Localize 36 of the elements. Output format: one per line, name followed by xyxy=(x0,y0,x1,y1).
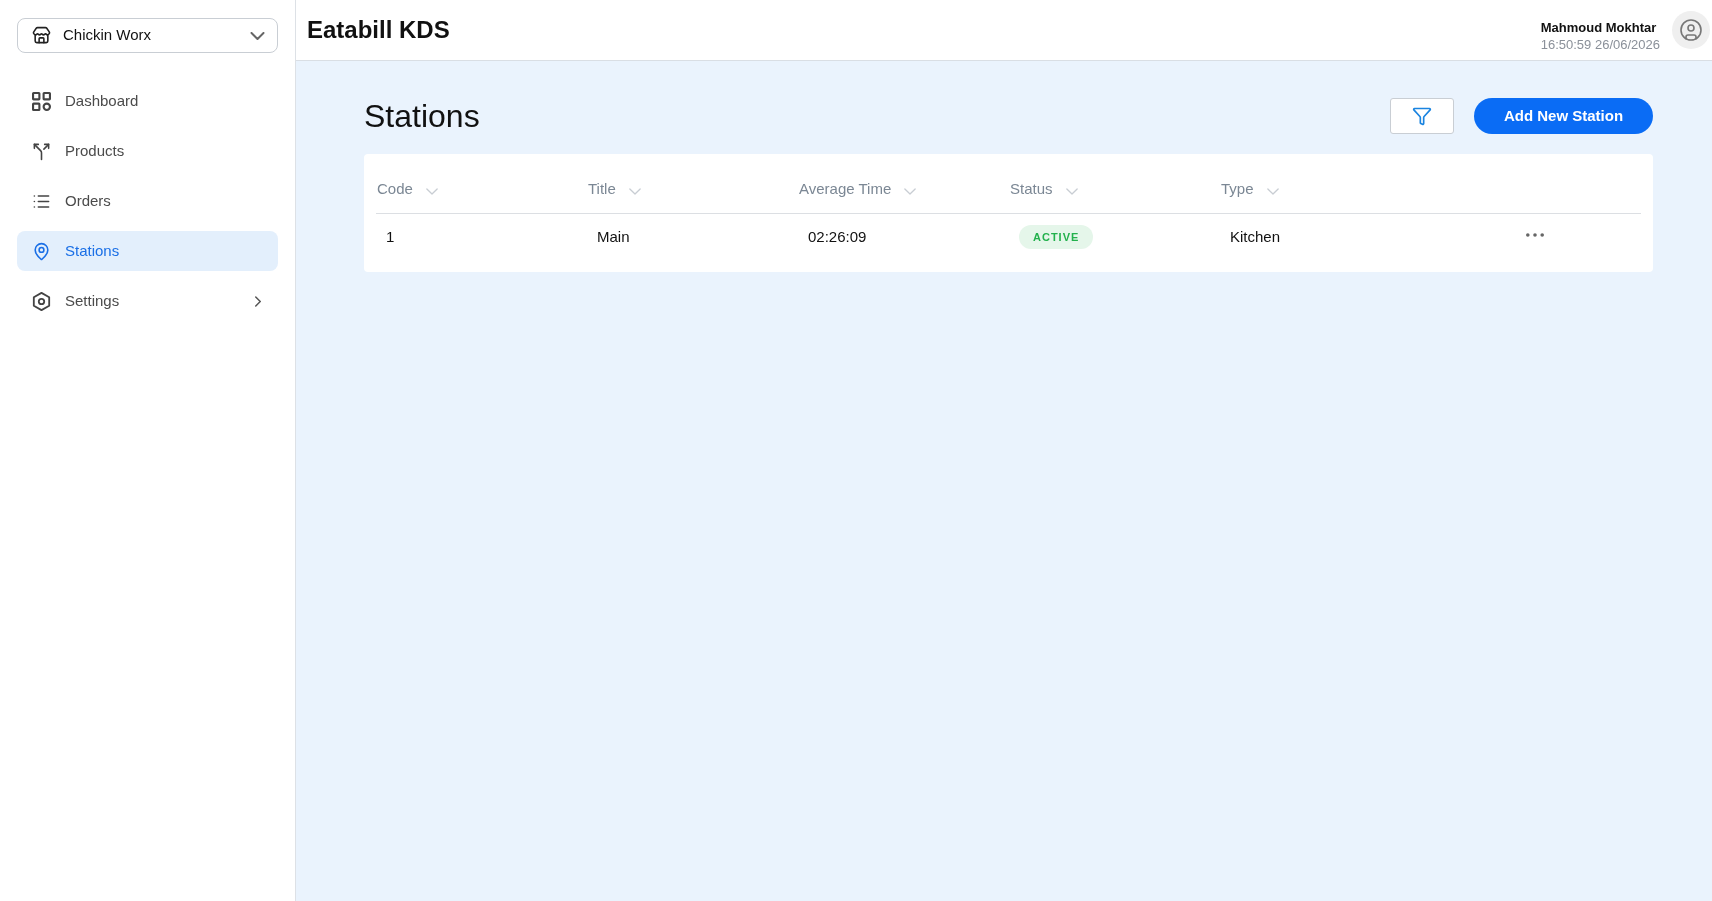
filter-icon xyxy=(1412,106,1432,126)
grid-icon xyxy=(32,91,51,111)
page-title: Stations xyxy=(364,97,480,136)
chevron-down-icon xyxy=(250,31,265,40)
store-selector[interactable]: Chickin Worx xyxy=(17,18,278,53)
app-title: Eatabill KDS xyxy=(307,15,450,45)
add-station-button[interactable]: Add New Station xyxy=(1474,98,1653,134)
sort-chevron-icon xyxy=(1065,187,1078,195)
table-cell-text: 1 xyxy=(386,226,395,247)
more-options-icon[interactable] xyxy=(1526,233,1544,237)
sidebar-item[interactable]: Orders xyxy=(17,181,278,221)
table-cell-text: 02:26:09 xyxy=(808,226,867,247)
user-name: Mahmoud Mokhtar xyxy=(1540,19,1658,36)
sidebar-item[interactable]: Products xyxy=(17,131,278,171)
sort-chevron-icon xyxy=(628,187,641,195)
user-avatar-icon[interactable] xyxy=(1672,11,1710,49)
store-icon xyxy=(32,26,51,45)
settings-icon xyxy=(32,291,51,311)
sidebar-item[interactable]: Stations xyxy=(17,231,278,271)
column-header[interactable]: Type xyxy=(1220,178,1279,201)
column-header[interactable]: Title xyxy=(587,178,641,201)
column-header[interactable]: Status xyxy=(1009,178,1078,201)
sidebar-item[interactable]: Dashboard xyxy=(17,81,278,121)
sort-chevron-icon xyxy=(1266,187,1279,195)
table-cell-text: Main xyxy=(597,226,630,247)
sort-chevron-icon xyxy=(904,187,917,195)
column-header[interactable]: Code xyxy=(376,178,438,201)
split-arrow-icon xyxy=(32,141,51,161)
sidebar-item[interactable]: Settings xyxy=(17,281,278,321)
sort-chevron-icon xyxy=(425,187,438,195)
column-header[interactable]: Average Time xyxy=(798,178,917,201)
status-badge: ACTIVE xyxy=(1019,225,1094,249)
filter-button[interactable] xyxy=(1390,98,1454,134)
timestamp: 16:50:59 26/06/2026 xyxy=(1540,36,1660,53)
table-cell-text: Kitchen xyxy=(1230,226,1281,247)
location-pin-icon xyxy=(32,241,51,261)
